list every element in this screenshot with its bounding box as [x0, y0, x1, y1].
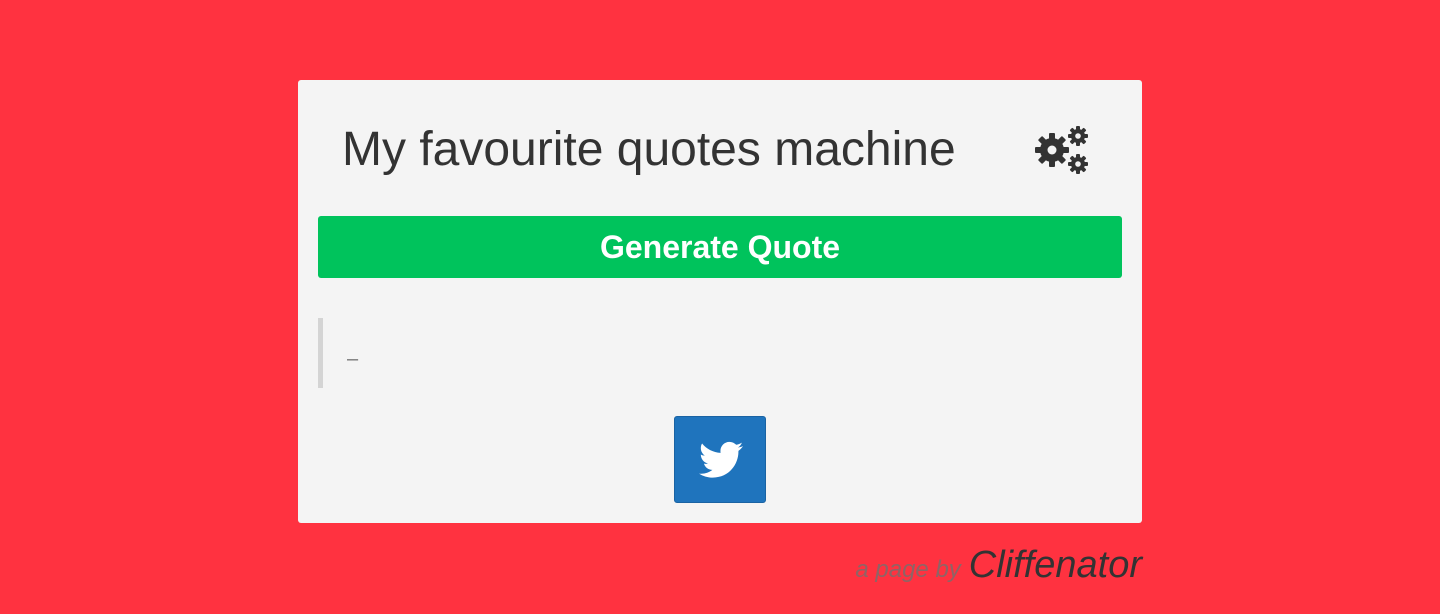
- footer-prefix: a page by: [855, 556, 961, 583]
- tweet-button[interactable]: [674, 416, 766, 503]
- footer-credit: a page by Cliffenator: [855, 544, 1142, 587]
- quote-author-dash: –: [347, 348, 359, 370]
- footer-author-link[interactable]: Cliffenator: [969, 544, 1142, 586]
- quote-block: –: [318, 318, 1122, 388]
- gears-icon: [1034, 124, 1090, 176]
- page-title: My favourite quotes machine: [342, 123, 956, 176]
- quote-author: –: [347, 348, 358, 371]
- generate-quote-button[interactable]: Generate Quote: [318, 216, 1122, 278]
- twitter-icon: [699, 441, 743, 478]
